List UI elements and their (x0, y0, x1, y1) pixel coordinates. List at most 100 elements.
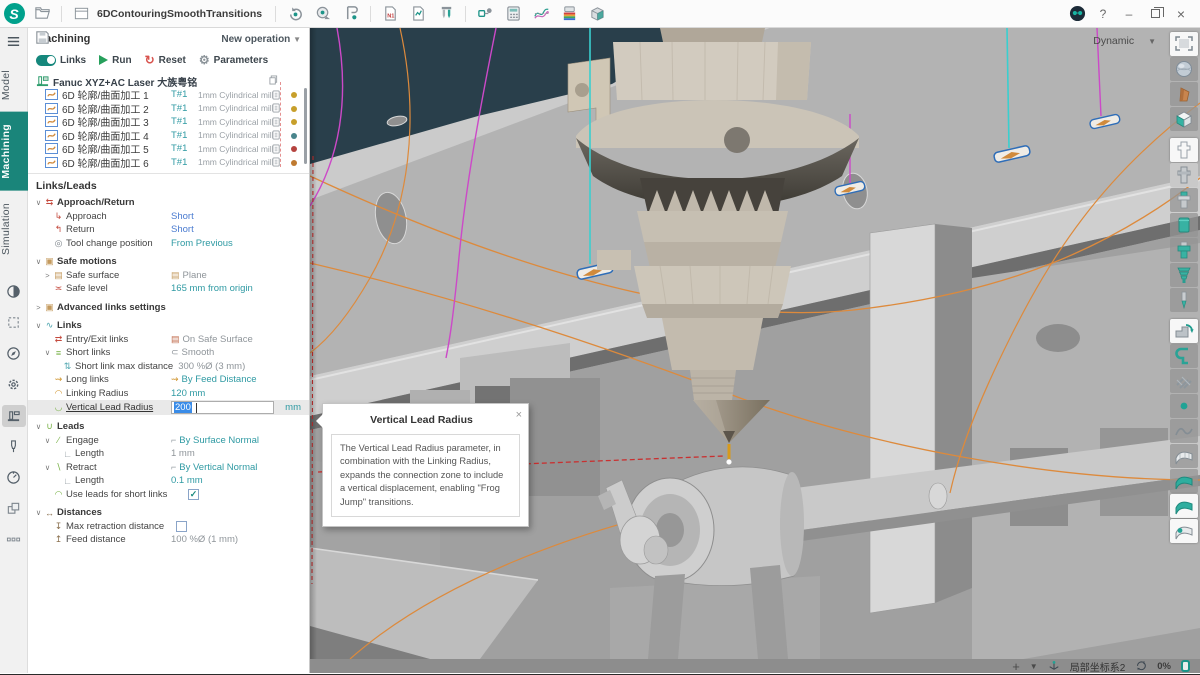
tree-value[interactable]: ⌐ By Vertical Normal (171, 462, 257, 473)
sidebar-navigate-icon[interactable] (2, 343, 26, 365)
sidebar-selection-icon[interactable] (2, 312, 26, 334)
sidebar-more-icon[interactable] (2, 529, 26, 551)
view-fit-icon[interactable] (1170, 32, 1198, 56)
viewport-3d[interactable]: Dynamic ▼ + ▼ 局部坐标系2 1 0% (310, 28, 1200, 674)
tree-value[interactable]: 1 mm (171, 448, 195, 459)
checkbox[interactable]: ✓ (188, 488, 199, 500)
nc-program-icon[interactable]: N1 (377, 2, 403, 26)
chevron-down-icon[interactable]: ∨ (43, 348, 52, 357)
minimize-button[interactable]: – (1118, 3, 1140, 25)
operation-row[interactable]: 6D 轮廓/曲面加工 2 T#1 1mm Cylindrical mill (28, 102, 309, 116)
tree-row-safe-level[interactable]: ≍ Safe level 165 mm from origin (28, 282, 309, 296)
tree-row-short-link-max-distance[interactable]: ⇅ Short link max distance 300 %Ø (3 mm) (28, 360, 309, 374)
operation-row[interactable]: 6D 轮廓/曲面加工 5 T#1 1mm Cylindrical mill (28, 142, 309, 156)
tree-value[interactable]: 300 %Ø (3 mm) (178, 361, 245, 372)
holder-visibility-icon[interactable] (1170, 163, 1198, 187)
tool-cylinder-icon[interactable] (1170, 213, 1198, 237)
links-toggle[interactable]: Links (36, 54, 86, 66)
sidebar-assemblies-icon[interactable] (2, 498, 26, 520)
curves-icon[interactable] (528, 2, 554, 26)
app-logo[interactable]: S (0, 0, 28, 28)
close-button[interactable]: × (1170, 3, 1192, 25)
sidebar-machine-icon[interactable] (1, 404, 26, 427)
coordinate-system-label[interactable]: 局部坐标系2 (1070, 659, 1126, 674)
node-icon[interactable] (472, 2, 498, 26)
tree-value[interactable]: ⊂ Smooth (171, 347, 214, 358)
tree-value[interactable]: ▤ On Safe Surface (171, 334, 253, 345)
chevron-right-icon[interactable]: > (43, 271, 52, 280)
tree-value[interactable]: 165 mm from origin (171, 283, 253, 294)
tree-row-entry-exit-links[interactable]: ⇄ Entry/Exit links ▤ On Safe Surface (28, 333, 309, 347)
tool-stack-icon[interactable] (1170, 263, 1198, 287)
tree-row-retract[interactable]: ∨ ∖ Retract ⌐ By Vertical Normal (28, 461, 309, 475)
tree-row-return[interactable]: ↰ Return Short (28, 223, 309, 237)
tree-row-vertical-lead-radius[interactable]: ◡ Vertical Lead Radius 200 mm (28, 400, 309, 415)
tool-bit-icon[interactable] (1170, 288, 1198, 312)
printer-icon[interactable] (556, 2, 582, 26)
hatch-display-icon[interactable] (1170, 369, 1198, 393)
operation-row[interactable]: 6D 轮廓/曲面加工 1 T#1 1mm Cylindrical mill (28, 88, 309, 102)
tab-simulation[interactable]: Simulation (0, 191, 28, 267)
tree-row-feed-distance[interactable]: ↥ Feed distance 100 %Ø (1 mm) (28, 533, 309, 547)
toolpath-check-icon[interactable] (45, 115, 58, 129)
add-coordinate-button[interactable]: + (1012, 659, 1020, 674)
operation-row[interactable]: 6D 轮廓/曲面加工 6 T#1 1mm Cylindrical mill (28, 156, 309, 170)
restore-button[interactable] (1144, 3, 1166, 25)
checkbox[interactable] (176, 520, 187, 532)
fixture-visibility-icon[interactable] (1170, 138, 1198, 162)
mesh-model-icon[interactable] (1170, 57, 1198, 81)
help-button[interactable]: ? (1092, 3, 1114, 25)
measure-icon[interactable] (310, 2, 336, 26)
tree-row-tool-change-position[interactable]: ◎ Tool change position From Previous (28, 237, 309, 251)
tree-row-safe-surface[interactable]: > ▤ Safe surface ▤ Plane (28, 269, 309, 283)
window-icon[interactable] (68, 2, 94, 26)
reset-button[interactable]: ↻ Reset (145, 53, 186, 67)
tab-machining[interactable]: Machining (0, 112, 28, 191)
tree-row-approach-return[interactable]: ∨ ⇆ Approach/Return (28, 196, 309, 210)
toolpath-check-icon[interactable] (45, 156, 58, 170)
sidebar-gauge-icon[interactable] (2, 467, 26, 489)
tree-value[interactable]: ⌐ By Surface Normal (171, 435, 259, 446)
calculator-icon[interactable] (500, 2, 526, 26)
chevron-down-icon[interactable]: ▼ (1030, 662, 1038, 671)
tree-value[interactable]: 0.1 mm (171, 475, 203, 486)
view-mode-dropdown[interactable]: Dynamic ▼ (1093, 35, 1156, 47)
chevron-down-icon[interactable]: ∨ (34, 508, 43, 517)
sidebar-display-mode-icon[interactable] (2, 281, 26, 303)
tool-holder2-icon[interactable] (1170, 238, 1198, 262)
reset-view-icon[interactable] (282, 2, 308, 26)
tree-value[interactable]: ⇝ By Feed Distance (171, 374, 257, 385)
workpiece-model-icon[interactable] (1170, 107, 1198, 131)
tree-value[interactable]: From Previous (171, 238, 233, 249)
tree-row-approach[interactable]: ↳ Approach Short (28, 210, 309, 224)
scrollbar[interactable] (304, 88, 307, 164)
tools-icon[interactable] (433, 2, 459, 26)
tree-row-linking-radius[interactable]: ◠ Linking Radius 120 mm (28, 387, 309, 401)
tree-value[interactable]: 120 mm (171, 388, 205, 399)
tree-row-length[interactable]: ∟ Length 1 mm (28, 447, 309, 461)
tree-value[interactable]: Short (171, 224, 194, 235)
report-icon[interactable] (405, 2, 431, 26)
tab-model[interactable]: Model (0, 58, 28, 112)
clamp-icon[interactable] (1170, 344, 1198, 368)
curve-display-icon[interactable] (1170, 419, 1198, 443)
account-avatar[interactable] (1066, 3, 1088, 25)
caliper-icon[interactable] (338, 2, 364, 26)
surface-shaded-icon[interactable] (1170, 469, 1198, 493)
tree-value[interactable]: Short (171, 211, 194, 222)
menu-icon[interactable] (0, 28, 28, 54)
chevron-down-icon[interactable]: ∨ (43, 463, 52, 472)
tree-row-short-links[interactable]: ∨ ≡ Short links ⊂ Smooth (28, 346, 309, 360)
toolpath-check-icon[interactable] (45, 142, 58, 156)
operation-doc-icon[interactable] (272, 142, 281, 156)
surface-wireframe-icon[interactable] (1170, 444, 1198, 468)
new-operation-button[interactable]: New operation ▼ (221, 34, 301, 45)
chevron-down-icon[interactable]: ∨ (34, 321, 43, 330)
open-file-icon[interactable] (29, 2, 55, 26)
tree-row-use-leads-for-short-links[interactable]: ◠ Use leads for short links ✓ (28, 488, 309, 502)
chevron-down-icon[interactable]: ∨ (34, 422, 43, 431)
close-icon[interactable]: × (516, 409, 522, 421)
package-icon[interactable] (584, 2, 610, 26)
viewport-3d-scene[interactable] (310, 28, 1200, 659)
toolpath-check-icon[interactable] (45, 88, 58, 102)
